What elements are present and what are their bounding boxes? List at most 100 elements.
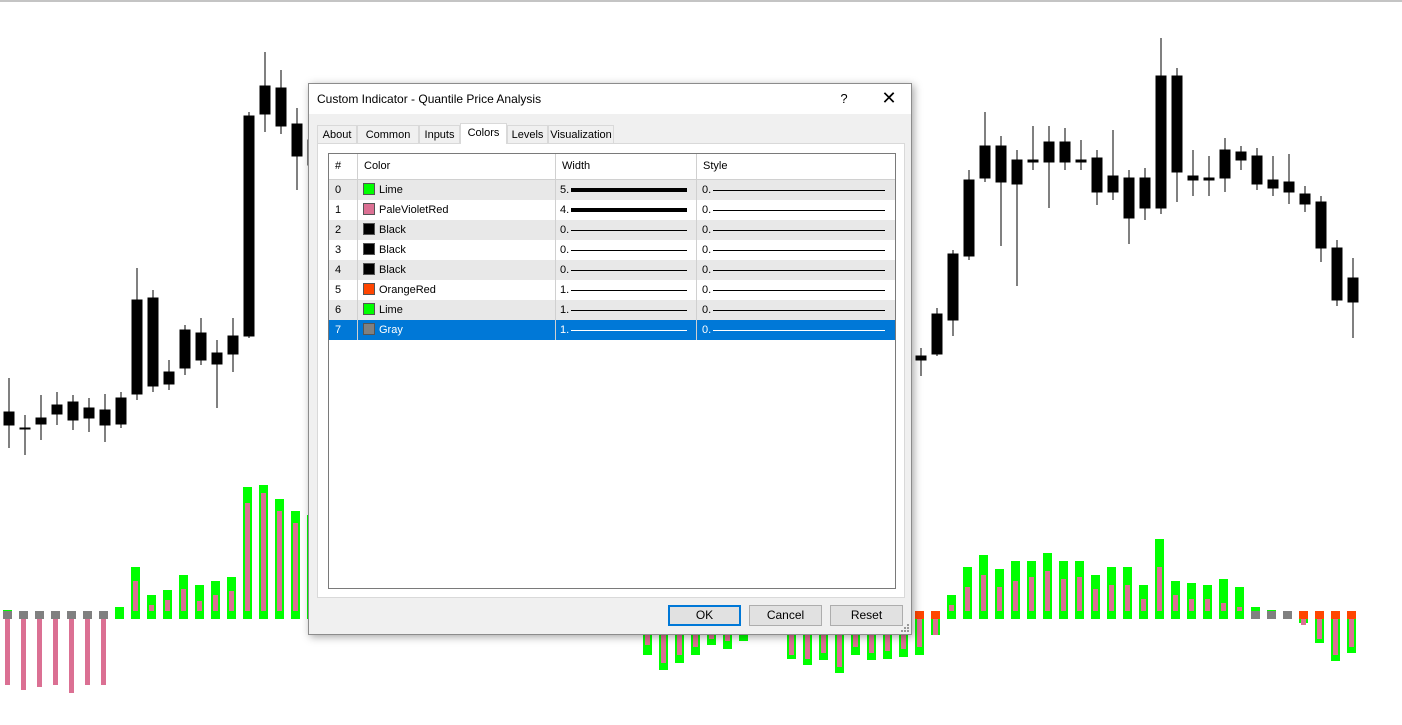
width-cell[interactable]: 5.	[556, 180, 697, 200]
style-value: 0.	[702, 324, 712, 336]
color-cell[interactable]: PaleVioletRed	[358, 200, 556, 220]
table-header: # Color Width Style	[329, 154, 895, 180]
style-value: 0.	[702, 304, 712, 316]
color-swatch	[363, 223, 375, 235]
color-cell[interactable]: Black	[358, 260, 556, 280]
color-swatch	[363, 323, 375, 335]
style-value: 0.	[702, 184, 712, 196]
row-index: 0	[329, 180, 358, 200]
width-cell[interactable]: 0.	[556, 260, 697, 280]
color-name: Gray	[379, 324, 403, 336]
width-value: 1.	[560, 324, 570, 336]
style-cell[interactable]: 0.	[697, 300, 895, 320]
width-value: 0.	[560, 244, 570, 256]
width-value: 0.	[560, 264, 570, 276]
row-index: 6	[329, 300, 358, 320]
width-value: 0.	[560, 224, 570, 236]
style-cell[interactable]: 0.	[697, 220, 895, 240]
style-line-preview	[713, 330, 885, 331]
width-cell[interactable]: 4.	[556, 200, 697, 220]
tab-visualization[interactable]: Visualization	[548, 125, 614, 143]
table-row[interactable]: 6 Lime 1. 0.	[329, 300, 895, 320]
color-cell[interactable]: Black	[358, 240, 556, 260]
width-cell[interactable]: 0.	[556, 240, 697, 260]
table-row[interactable]: 1 PaleVioletRed 4. 0.	[329, 200, 895, 220]
header-style[interactable]: Style	[697, 154, 895, 179]
style-value: 0.	[702, 204, 712, 216]
width-line-preview	[571, 208, 687, 212]
row-index: 1	[329, 200, 358, 220]
color-swatch	[363, 243, 375, 255]
color-swatch	[363, 203, 375, 215]
header-index[interactable]: #	[329, 154, 358, 179]
help-button[interactable]: ?	[831, 87, 857, 111]
color-cell[interactable]: Gray	[358, 320, 556, 340]
style-cell[interactable]: 0.	[697, 200, 895, 220]
color-name: OrangeRed	[379, 284, 436, 296]
row-index: 4	[329, 260, 358, 280]
row-index: 5	[329, 280, 358, 300]
dialog-titlebar[interactable]: Custom Indicator - Quantile Price Analys…	[309, 84, 911, 114]
style-cell[interactable]: 0.	[697, 240, 895, 260]
tab-colors[interactable]: Colors	[460, 123, 507, 144]
width-cell[interactable]: 0.	[556, 220, 697, 240]
width-line-preview	[571, 188, 687, 192]
width-cell[interactable]: 1.	[556, 320, 697, 340]
width-line-preview	[571, 329, 687, 331]
style-value: 0.	[702, 284, 712, 296]
color-cell[interactable]: OrangeRed	[358, 280, 556, 300]
style-line-preview	[713, 270, 885, 271]
color-name: Black	[379, 224, 406, 236]
ok-button[interactable]: OK	[668, 605, 741, 626]
color-cell[interactable]: Lime	[358, 180, 556, 200]
style-cell[interactable]: 0.	[697, 260, 895, 280]
width-cell[interactable]: 1.	[556, 280, 697, 300]
close-icon: ✕	[881, 88, 897, 108]
table-row[interactable]: 5 OrangeRed 1. 0.	[329, 280, 895, 300]
color-name: Black	[379, 244, 406, 256]
reset-button[interactable]: Reset	[830, 605, 903, 626]
tab-inputs[interactable]: Inputs	[419, 125, 460, 143]
table-row[interactable]: 2 Black 0. 0.	[329, 220, 895, 240]
table-row[interactable]: 7 Gray 1. 0.	[329, 320, 895, 340]
width-value: 1.	[560, 304, 570, 316]
width-line-preview	[571, 269, 687, 271]
row-index: 7	[329, 320, 358, 340]
color-name: Lime	[379, 304, 403, 316]
tab-common[interactable]: Common	[357, 125, 419, 143]
color-swatch	[363, 183, 375, 195]
table-row[interactable]: 4 Black 0. 0.	[329, 260, 895, 280]
dialog-title: Custom Indicator - Quantile Price Analys…	[317, 92, 542, 106]
tab-about[interactable]: About	[317, 125, 357, 143]
colors-table: # Color Width Style 0 Lime 5. 0. 1 PaleViolet…	[328, 153, 896, 589]
style-line-preview	[713, 310, 885, 311]
style-value: 0.	[702, 244, 712, 256]
style-value: 0.	[702, 264, 712, 276]
style-line-preview	[713, 210, 885, 211]
style-cell[interactable]: 0.	[697, 320, 895, 340]
table-row[interactable]: 0 Lime 5. 0.	[329, 180, 895, 200]
width-value: 4.	[560, 204, 570, 216]
width-value: 1.	[560, 284, 570, 296]
header-color[interactable]: Color	[358, 154, 556, 179]
header-width[interactable]: Width	[556, 154, 697, 179]
style-value: 0.	[702, 224, 712, 236]
style-line-preview	[713, 290, 885, 291]
width-line-preview	[571, 229, 687, 231]
color-name: Black	[379, 264, 406, 276]
cancel-button[interactable]: Cancel	[749, 605, 822, 626]
table-row[interactable]: 3 Black 0. 0.	[329, 240, 895, 260]
style-cell[interactable]: 0.	[697, 180, 895, 200]
color-cell[interactable]: Lime	[358, 300, 556, 320]
width-cell[interactable]: 1.	[556, 300, 697, 320]
width-value: 5.	[560, 184, 570, 196]
resize-grip-icon[interactable]	[901, 624, 909, 632]
style-cell[interactable]: 0.	[697, 280, 895, 300]
row-index: 2	[329, 220, 358, 240]
close-button[interactable]: ✕	[875, 87, 903, 111]
color-cell[interactable]: Black	[358, 220, 556, 240]
indicator-dialog: Custom Indicator - Quantile Price Analys…	[308, 83, 912, 635]
color-swatch	[363, 303, 375, 315]
tab-levels[interactable]: Levels	[507, 125, 548, 143]
style-line-preview	[713, 230, 885, 231]
